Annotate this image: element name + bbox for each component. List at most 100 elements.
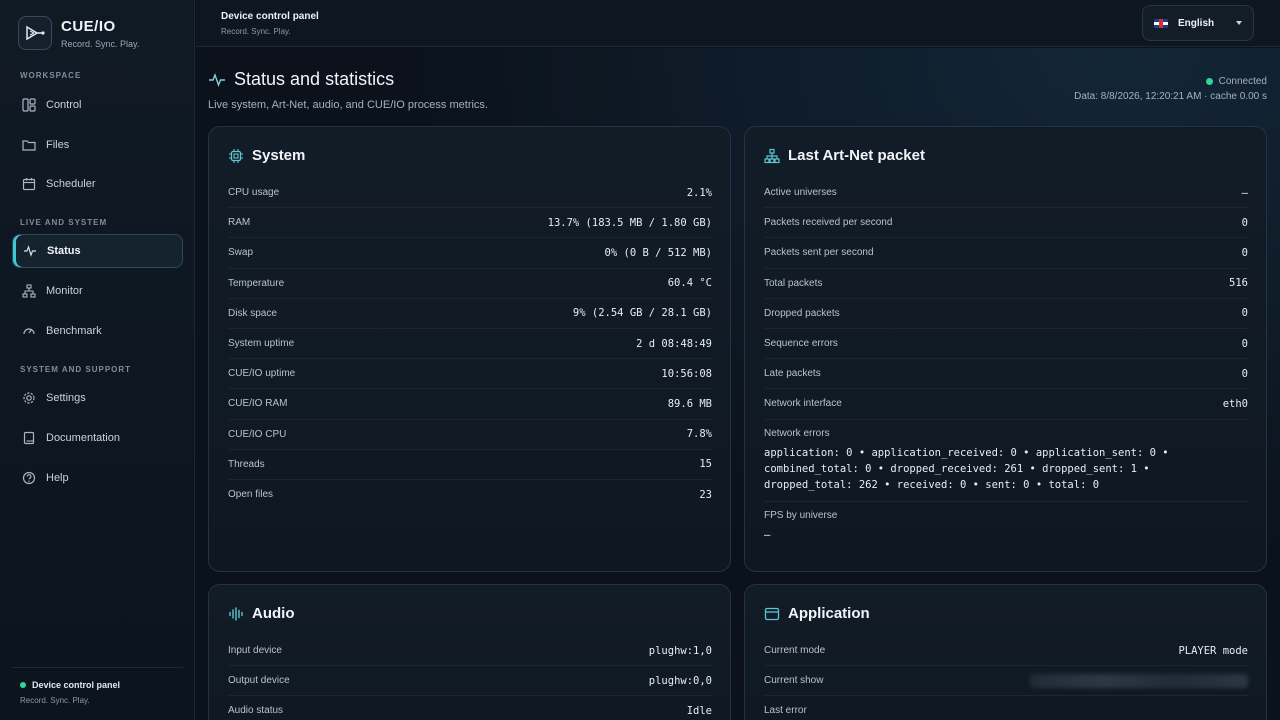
sidebar-item-settings[interactable]: Settings [12,381,183,415]
stat-row: Late packets 0 [764,359,1248,390]
section-label-system-support: SYSTEM AND SUPPORT [20,365,132,374]
sidebar-item-monitor[interactable]: Monitor [12,274,183,308]
stat-value: 23 [699,488,712,501]
fps-value: — [764,528,771,541]
stat-row: Temperature 60.4 °C [228,269,712,299]
network-icon [21,283,37,299]
stat-value: — [1241,186,1248,199]
sidebar-item-files[interactable]: Files [12,128,183,162]
connection-label: Connected [1218,76,1267,87]
uk-flag-icon [1154,18,1168,28]
stat-value: 10:56:08 [661,367,712,380]
stat-label: Swap [228,247,254,259]
stat-value: 0 [1241,246,1248,259]
artnet-rows: Active universes — Packets received per s… [764,178,1248,551]
language-selector[interactable]: English [1142,5,1254,41]
page-title-text: Status and statistics [234,69,395,89]
network-errors-label: Network errors [764,427,830,439]
stat-row: Dropped packets 0 [764,299,1248,329]
stat-row: Active universes — [764,178,1248,209]
stat-row: Threads 15 [228,450,712,480]
stat-value: Idle [686,704,712,717]
system-rows: CPU usage 2.1% RAM 13.7% (183.5 MB / 1.80 … [228,178,712,510]
sidebar-item-control[interactable]: Control [12,88,183,122]
stat-value: plughw:1,0 [648,644,712,657]
stat-label: Threads [228,458,265,470]
chevron-down-icon [1236,21,1242,25]
sidebar-item-label: Status [47,245,81,257]
stat-row: CUE/IO RAM 89.6 MB [228,389,712,420]
sidebar-item-documentation[interactable]: Documentation [12,421,183,455]
stat-value: 60.4 °C [667,277,712,290]
cpu-icon [228,148,244,164]
stat-row: CPU usage 2.1% [228,178,712,209]
stat-value: 89.6 MB [667,397,712,410]
sidebar-item-label: Settings [46,392,86,404]
brand-name: CUE/IO [61,17,116,35]
artnet-card: Last Art-Net packet Active universes — Pa… [744,126,1267,572]
stat-label: Open files [228,489,274,501]
stat-row: CUE/IO CPU 7.8% [228,420,712,450]
stat-row: Input device plughw:1,0 [228,636,712,667]
sidebar-item-label: Help [46,472,69,484]
network-errors-line: combined_total: 0 • dropped_received: 26… [764,462,1150,475]
stat-label: RAM [228,217,251,229]
help-icon [21,470,37,486]
card-title: Audio [228,605,295,622]
fps-label: FPS by universe [764,509,838,521]
card-title-text: System [252,147,306,164]
stat-value: 15 [699,458,712,471]
stat-label: CPU usage [228,187,280,199]
sidebar-item-scheduler[interactable]: Scheduler [12,167,183,201]
window-icon [764,606,780,622]
redacted-value [1030,673,1248,688]
stat-value: 13.7% (183.5 MB / 1.80 GB) [547,216,712,229]
stat-label: Dropped packets [764,307,840,319]
stat-label: Input device [228,645,282,657]
audio-rows: Input device plughw:1,0 Output device plug… [228,636,712,720]
stat-row: System uptime 2 d 08:48:49 [228,329,712,360]
card-title-text: Audio [252,605,295,622]
stat-row: Current show [764,666,1248,697]
stat-value: 516 [1229,277,1248,290]
fps-block: FPS by universe — [764,502,1248,551]
stat-row: Packets sent per second 0 [764,238,1248,269]
section-label-workspace: WORKSPACE [20,71,82,80]
stat-value: eth0 [1222,397,1248,410]
stat-label: Current show [764,675,824,687]
gauge-icon [21,323,37,339]
stat-value: PLAYER mode [1178,644,1248,657]
stat-label: Output device [228,675,290,687]
sidebar-item-label: Benchmark [46,325,102,337]
stat-row: Current mode PLAYER mode [764,636,1248,667]
data-timestamp: Data: 8/8/2026, 12:20:21 AM · cache 0.00… [1074,91,1267,102]
stat-row: Output device plughw:0,0 [228,666,712,697]
sidebar-item-status[interactable]: Status [12,234,183,268]
card-title: Application [764,605,870,622]
stat-value: 0 [1241,337,1248,350]
stat-row: Open files 23 [228,480,712,510]
stat-row: Sequence errors 0 [764,329,1248,360]
connection-status: Connected [1205,76,1267,87]
stat-label: CUE/IO RAM [228,398,288,410]
sidebar-item-label: Monitor [46,285,83,297]
stat-row: Last error [764,696,1248,720]
card-title: System [228,147,305,164]
logo-icon [18,16,52,50]
application-rows: Current mode PLAYER mode Current show Las… [764,636,1248,720]
stat-value: 0 [1241,307,1248,320]
stat-row: Disk space 9% (2.54 GB / 28.1 GB) [228,299,712,329]
footer-title: Device control panel [32,680,121,690]
stat-value: 0 [1241,216,1248,229]
stat-label: Audio status [228,705,284,717]
stat-row: Audio status Idle [228,696,712,720]
topbar: Device control panel Record. Sync. Play.… [196,0,1280,47]
stat-row: RAM 13.7% (183.5 MB / 1.80 GB) [228,208,712,239]
sidebar-item-help[interactable]: Help [12,461,183,495]
topbar-subtitle: Record. Sync. Play. [221,27,291,36]
stat-label: Last error [764,705,807,717]
book-icon [21,430,37,446]
activity-icon [208,71,226,89]
sidebar-item-benchmark[interactable]: Benchmark [12,314,183,348]
brand[interactable]: CUE/IO Record. Sync. Play. [18,16,139,50]
